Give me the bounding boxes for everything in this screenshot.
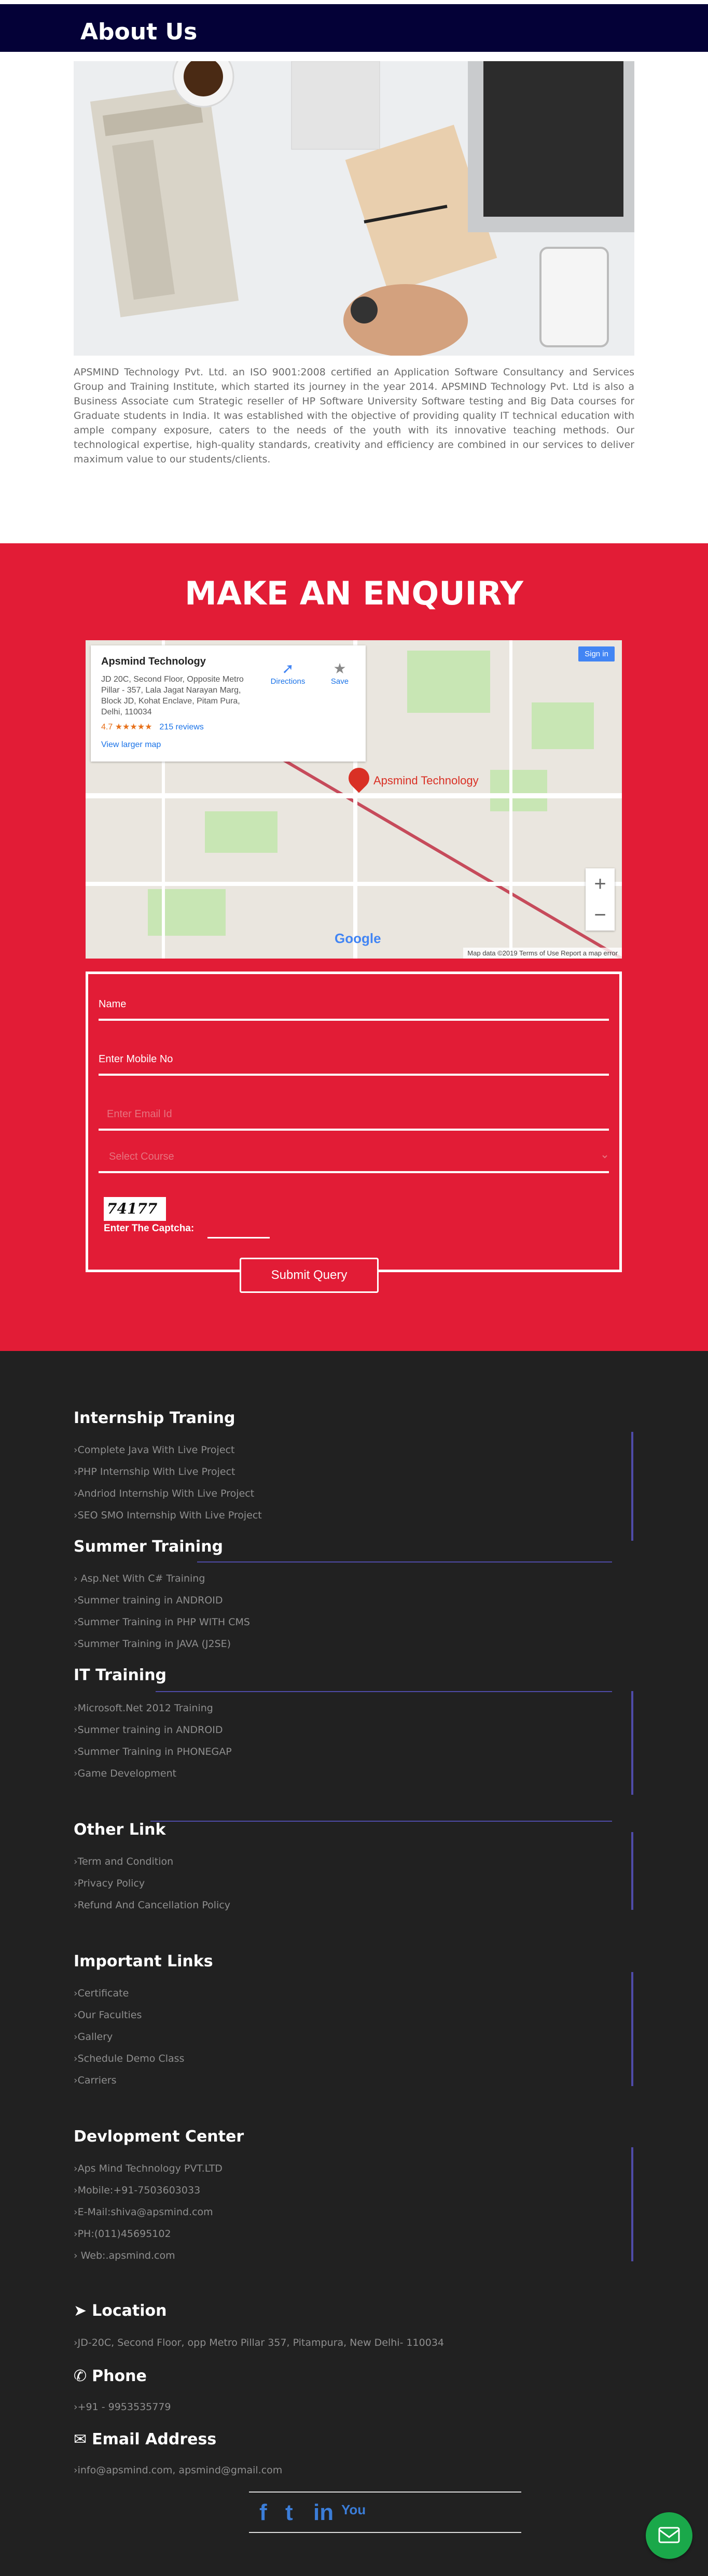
youtube-icon[interactable]: You [341,2502,366,2518]
development-center-item[interactable]: ›Aps Mind Technology PVT.LTD [74,2163,223,2174]
floating-mail-button[interactable] [646,2512,692,2559]
about-title: About Us [80,19,198,45]
email-title: ✉ Email Address [74,2430,216,2448]
other-link-title: Other Link [74,1821,166,1839]
map-rating-stars: 4.7 ★★★★★ [101,723,152,731]
phone-title: ✆ Phone [74,2367,147,2385]
google-logo: Google [335,931,381,946]
google-map[interactable]: Apsmind Technology JD 20C, Second Floor,… [86,640,622,959]
development-center-item[interactable]: ›PH:(011)45695102 [74,2228,171,2240]
map-zoom-control: + − [586,868,615,931]
map-rating: 4.7 ★★★★★ 215 reviews [101,722,355,732]
linkedin-icon[interactable]: in [313,2500,334,2526]
name-input[interactable] [99,994,609,1015]
map-footer-text: Map data ©2019 Terms of Use Report a map… [463,948,622,959]
map-place-address: JD 20C, Second Floor, Opposite Metro Pil… [101,675,244,716]
mobile-field-wrap [99,1039,609,1076]
location-title-text: Location [92,2302,167,2320]
development-center-item[interactable]: › Web:.apsmind.com [74,2250,175,2261]
other-link[interactable]: ›Term and Condition [74,1856,173,1867]
social-links: f t in You [249,2491,521,2533]
email-field-wrap [99,1094,609,1131]
it-training-title: IT Training [74,1666,167,1684]
summer-training-link[interactable]: ›Summer training in ANDROID [74,1595,223,1606]
map-pin-label: Apsmind Technology [373,774,479,787]
location-title: ➤ Location [74,2302,167,2320]
important-link[interactable]: ›Schedule Demo Class [74,2053,184,2064]
email-title-text: Email Address [92,2430,217,2448]
directions-label: Directions [270,677,306,686]
important-links-title: Important Links [74,1952,213,1970]
divider-vertical [631,1432,633,1541]
email-input[interactable] [99,1104,609,1124]
zoom-out-button[interactable]: − [586,899,615,931]
divider-vertical [631,1972,633,2086]
map-sign-in-button[interactable]: Sign in [578,646,615,661]
envelope-icon: ✉ [74,2430,87,2448]
directions-button[interactable]: ➚ Directions [267,660,309,686]
star-icon: ★ [333,660,346,677]
internship-link[interactable]: ›PHP Internship With Live Project [74,1466,235,1477]
development-center-title: Devlopment Center [74,2128,244,2146]
view-larger-map-link[interactable]: View larger map [101,740,355,750]
other-link[interactable]: ›Refund And Cancellation Policy [74,1899,230,1911]
development-center-item[interactable]: ›Mobile:+91-7503603033 [74,2185,200,2196]
email-address: ›info@apsmind.com, apsmind@gmail.com [74,2465,283,2476]
summer-training-link[interactable]: ›Summer Training in JAVA (J2SE) [74,1638,231,1650]
zoom-in-button[interactable]: + [586,868,615,899]
captcha-input[interactable] [207,1224,270,1238]
map-place-name: Apsmind Technology [101,656,206,667]
twitter-icon[interactable]: t [285,2500,293,2526]
save-place-button[interactable]: ★ Save [319,660,360,686]
phone-number: ›+91 - 9953535779 [74,2401,171,2413]
phone-icon: ✆ [74,2367,87,2385]
important-link[interactable]: ›Certificate [74,1988,129,1999]
map-reviews-link[interactable]: 215 reviews [159,723,203,731]
mobile-input[interactable] [99,1049,609,1069]
enquiry-title: MAKE AN ENQUIRY [185,574,523,612]
development-center-item[interactable]: ›E-Mail:shiva@apsmind.com [74,2206,213,2218]
course-select[interactable]: Select Course [99,1146,609,1167]
save-label: Save [330,677,349,686]
submit-query-button[interactable]: Submit Query [240,1258,379,1293]
internship-link[interactable]: ›Andriod Internship With Live Project [74,1488,254,1499]
enquiry-section: MAKE AN ENQUIRY Apsmind Technology JD 20… [0,543,708,1351]
internship-link[interactable]: ›SEO SMO Internship With Live Project [74,1510,262,1521]
other-link[interactable]: ›Privacy Policy [74,1878,145,1889]
summer-training-link[interactable]: ›Summer Training in PHP WITH CMS [74,1616,250,1628]
course-field-wrap: Select Course [99,1137,609,1173]
divider-vertical [631,1691,633,1795]
location-arrow-icon: ➤ [74,2302,87,2320]
important-link[interactable]: ›Gallery [74,2031,113,2043]
enquiry-form: Select Course 74177 Enter The Captcha: S… [86,972,622,1293]
it-training-link[interactable]: ›Game Development [74,1768,176,1779]
phone-title-text: Phone [92,2367,147,2385]
about-desk-image [74,61,634,356]
summer-training-link[interactable]: › Asp.Net With C# Training [74,1573,205,1584]
about-description: APSMIND Technology Pvt. Ltd. an ISO 9001… [74,367,634,465]
summer-training-title: Summer Training [74,1538,224,1556]
internship-link[interactable]: ›Complete Java With Live Project [74,1444,234,1456]
captcha-image: 74177 [104,1197,166,1221]
important-link[interactable]: ›Carriers [74,2075,116,2086]
it-training-link[interactable]: ›Summer Training in PHONEGAP [74,1746,232,1757]
internship-title: Internship Traning [74,1409,235,1427]
divider-vertical [631,1832,633,1910]
captcha-label: Enter The Captcha: [104,1223,195,1234]
map-place-card: Apsmind Technology JD 20C, Second Floor,… [91,645,366,762]
divider-vertical [631,2147,633,2261]
important-link[interactable]: ›Our Faculties [74,2009,142,2021]
divider-horizontal [156,1691,612,1692]
it-training-link[interactable]: ›Microsoft.Net 2012 Training [74,1702,213,1714]
mail-icon [658,2527,680,2543]
facebook-icon[interactable]: f [259,2500,267,2526]
it-training-link[interactable]: ›Summer training in ANDROID [74,1724,223,1736]
about-header: About Us [0,4,708,52]
divider-horizontal [150,1821,612,1822]
divider-horizontal [197,1561,612,1563]
name-field-wrap [99,984,609,1021]
directions-icon: ➚ [282,660,294,677]
location-address: ›JD-20C, Second Floor, opp Metro Pillar … [74,2337,444,2348]
